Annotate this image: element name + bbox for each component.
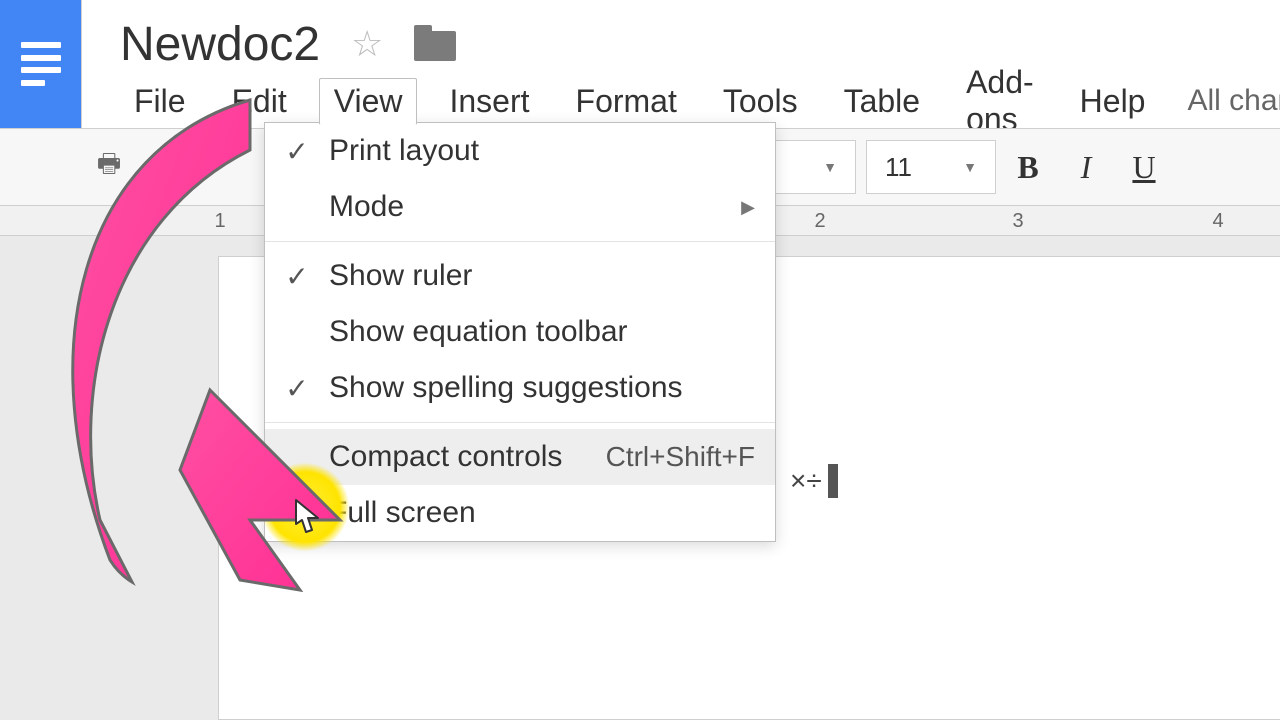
undo-icon[interactable]: ↶ — [136, 140, 190, 194]
check-icon: ✓ — [265, 372, 329, 405]
title-bar: Newdoc2 ☆ — [120, 18, 456, 70]
move-folder-icon[interactable] — [414, 27, 456, 61]
menu-tools[interactable]: Tools — [709, 79, 812, 124]
docs-app-button[interactable] — [0, 0, 82, 128]
menu-item-label: Show ruler — [329, 259, 755, 293]
menu-format[interactable]: Format — [562, 79, 691, 124]
menu-item-show-spelling[interactable]: ✓ Show spelling suggestions — [265, 360, 775, 416]
menu-item-label: Print layout — [329, 134, 755, 168]
menu-item-print-layout[interactable]: ✓ Print layout — [265, 123, 775, 179]
print-icon[interactable]: 🖶 — [82, 140, 136, 194]
menu-item-compact-controls[interactable]: Compact controls Ctrl+Shift+F — [265, 429, 775, 485]
menu-insert[interactable]: Insert — [435, 79, 543, 124]
text-caret — [828, 464, 838, 498]
menu-table[interactable]: Table — [830, 79, 935, 124]
menu-item-label: Full screen — [329, 496, 755, 530]
doc-title[interactable]: Newdoc2 — [120, 17, 320, 72]
check-icon: ✓ — [265, 135, 329, 168]
underline-button[interactable]: U — [1118, 141, 1170, 193]
menu-item-label: Show equation toolbar — [329, 315, 755, 349]
menu-item-label: Show spelling suggestions — [329, 371, 755, 405]
page-content-snippet: ×÷ — [790, 464, 838, 498]
menu-divider — [265, 422, 775, 423]
ruler-mark: 2 — [814, 210, 825, 233]
view-dropdown: ✓ Print layout Mode ▶ ✓ Show ruler Show … — [264, 122, 776, 542]
menu-item-show-equation-toolbar[interactable]: Show equation toolbar — [265, 304, 775, 360]
dropdown-triangle-icon: ▼ — [823, 159, 837, 175]
font-size-value: 11 — [885, 152, 912, 183]
docs-logo-icon — [21, 39, 61, 89]
menu-item-mode[interactable]: Mode ▶ — [265, 179, 775, 235]
check-icon: ✓ — [265, 260, 329, 293]
menu-view[interactable]: View — [319, 78, 418, 125]
ruler-mark: 3 — [1012, 210, 1023, 233]
dropdown-triangle-icon: ▼ — [963, 159, 977, 175]
star-icon[interactable]: ☆ — [350, 27, 384, 61]
menu-item-shortcut: Ctrl+Shift+F — [606, 441, 755, 473]
menu-edit[interactable]: Edit — [218, 79, 301, 124]
italic-button[interactable]: I — [1060, 141, 1112, 193]
menu-item-full-screen[interactable]: Full screen — [265, 485, 775, 541]
menu-item-label: Compact controls — [329, 440, 606, 474]
menubar: File Edit View Insert Format Tools Table… — [120, 78, 1280, 124]
ruler-mark: 4 — [1212, 210, 1223, 233]
ruler-mark: 1 — [214, 210, 225, 233]
menu-help[interactable]: Help — [1066, 79, 1160, 124]
save-status: All changes saved in — [1187, 84, 1280, 118]
menu-divider — [265, 241, 775, 242]
bold-button[interactable]: B — [1002, 141, 1054, 193]
menu-item-label: Mode — [329, 190, 741, 224]
menu-item-show-ruler[interactable]: ✓ Show ruler — [265, 248, 775, 304]
menu-file[interactable]: File — [120, 79, 200, 124]
submenu-arrow-icon: ▶ — [741, 197, 755, 218]
font-size-select[interactable]: 11 ▼ — [866, 140, 996, 194]
